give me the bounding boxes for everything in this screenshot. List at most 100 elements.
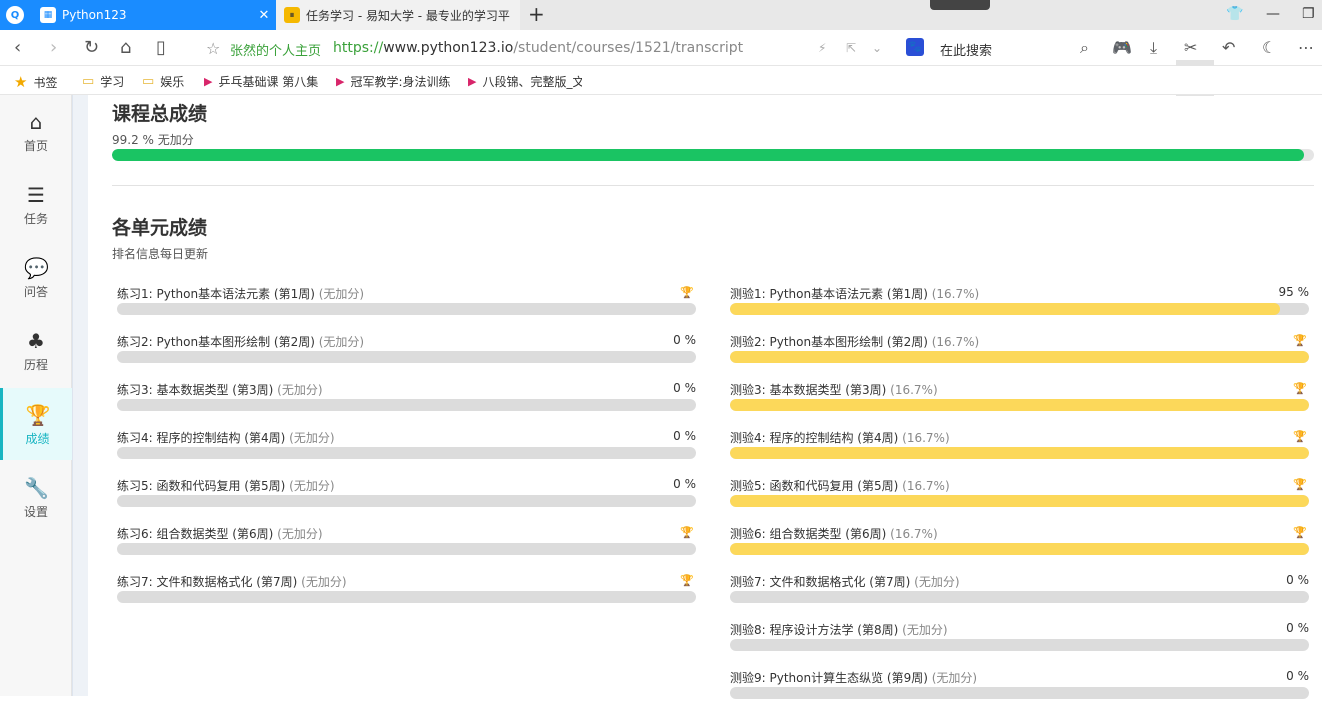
chevron-down-icon[interactable]: ⌄	[872, 41, 882, 55]
forward-icon[interactable]: ›	[50, 38, 57, 58]
video-icon: ▶	[336, 75, 345, 88]
bookmark-video-2[interactable]: ▶ 冠军教学:身法训练	[336, 73, 450, 90]
tab-python123[interactable]: Q ▦ Python123 ✕	[0, 0, 276, 30]
quiz-row[interactable]: 测验9: Python计算生态纵览 (第9周) (无加分) 0 %	[730, 669, 1309, 709]
video-icon: ▶	[204, 75, 213, 88]
unit-progress-bar	[117, 303, 696, 315]
exercise-row[interactable]: 练习2: Python基本图形绘制 (第2周) (无加分) 0 %	[117, 333, 696, 373]
exercise-row[interactable]: 练习3: 基本数据类型 (第3周) (无加分) 0 %	[117, 381, 696, 421]
unit-weight: (16.7%)	[890, 383, 938, 397]
quiz-row[interactable]: 测验8: 程序设计方法学 (第8周) (无加分) 0 %	[730, 621, 1309, 661]
exercise-row[interactable]: 练习7: 文件和数据格式化 (第7周) (无加分) 🏆	[117, 573, 696, 613]
trophy-icon: 🏆	[1293, 334, 1307, 347]
tab-yizhi[interactable]: ⏸ 任务学习 - 易知大学 - 最专业的学习平	[276, 0, 520, 30]
sidebar-item-settings[interactable]: 🔧 设置	[0, 461, 72, 533]
total-progress-fill	[112, 149, 1305, 161]
bookmark-video-3[interactable]: ▶ 八段锦、完整版_文	[468, 73, 582, 90]
bookmark-root[interactable]: ★ 书签	[14, 73, 57, 91]
unit-name: 练习6: 组合数据类型 (第6周) (无加分)	[117, 527, 323, 541]
exercise-row[interactable]: 练习1: Python基本语法元素 (第1周) (无加分) 🏆	[117, 285, 696, 325]
url-field[interactable]: https://www.python123.io/student/courses…	[333, 40, 743, 56]
unit-progress-bar	[117, 351, 696, 363]
star-icon: ★	[14, 73, 28, 91]
trophy-icon: 🏆	[1293, 478, 1307, 491]
unit-percent: 0 %	[1286, 669, 1309, 683]
unit-name: 测验1: Python基本语法元素 (第1周) (16.7%)	[730, 287, 980, 301]
search-input[interactable]: 在此搜索	[940, 40, 992, 59]
sidebar-item-label: 历程	[23, 358, 48, 372]
tasks-icon: ☰	[27, 183, 45, 207]
trophy-icon: 🏆	[680, 574, 694, 587]
sidebar-item-tasks[interactable]: ☰ 任务	[0, 168, 72, 240]
back-icon[interactable]: ‹	[14, 38, 21, 58]
unit-progress-bar	[730, 495, 1309, 507]
folder-icon: ▭	[142, 74, 155, 89]
restore-icon[interactable]: ❐	[1302, 6, 1315, 22]
bookmark-folder-fun[interactable]: ▭ 娱乐	[142, 73, 184, 90]
trophy-icon: 🏆	[25, 403, 51, 427]
exercise-row[interactable]: 练习5: 函数和代码复用 (第5周) (无加分) 0 %	[117, 477, 696, 517]
bookmark-folder-study[interactable]: ▭ 学习	[82, 73, 124, 90]
new-tab-button[interactable]: +	[528, 4, 545, 24]
wrench-icon: 🔧	[24, 476, 49, 500]
quiz-row[interactable]: 测验1: Python基本语法元素 (第1周) (16.7%) 95 %	[730, 285, 1309, 325]
more-icon[interactable]: ⋯	[1298, 38, 1314, 57]
unit-percent: 95 %	[1278, 285, 1310, 299]
quiz-row[interactable]: 测验7: 文件和数据格式化 (第7周) (无加分) 0 %	[730, 573, 1309, 613]
unit-progress-bar	[117, 543, 696, 555]
chat-icon: 💬	[24, 256, 49, 280]
quiz-row[interactable]: 测验2: Python基本图形绘制 (第2周) (16.7%) 🏆	[730, 333, 1309, 373]
gamepad-icon[interactable]: 🎮	[1112, 38, 1132, 57]
quiz-row[interactable]: 测验5: 函数和代码复用 (第5周) (16.7%) 🏆	[730, 477, 1309, 517]
sidebar-item-label: 设置	[23, 505, 48, 519]
unit-weight: (无加分)	[277, 527, 323, 541]
sidebar-item-grades[interactable]: 🏆 成绩	[0, 388, 72, 460]
python123-favicon-icon: ▦	[40, 7, 56, 23]
browser-tab-bar: Q ▦ Python123 ✕ ⏸ 任务学习 - 易知大学 - 最专业的学习平 …	[0, 0, 1322, 30]
sidebar-item-history[interactable]: ♣ 历程	[0, 314, 72, 386]
unit-name: 测验4: 程序的控制结构 (第4周) (16.7%)	[730, 431, 950, 445]
bookmarks-bar: ★ 书签 ▭ 学习 ▭ 娱乐 ▶ 乒乓基础课 第八集 ▶ 冠军教学:身法训练 ▶…	[0, 66, 1322, 95]
sidebar-item-qa[interactable]: 💬 问答	[0, 241, 72, 313]
exercise-row[interactable]: 练习6: 组合数据类型 (第6周) (无加分) 🏆	[117, 525, 696, 565]
unit-progress-fill	[730, 495, 1309, 507]
sidebar-item-home[interactable]: ⌂ 首页	[0, 95, 72, 167]
unit-weight: (16.7%)	[890, 527, 938, 541]
search-icon[interactable]: ⌕	[1080, 38, 1089, 58]
download-icon[interactable]: ⤓	[1150, 38, 1157, 58]
sidebar-item-label: 问答	[23, 285, 48, 299]
transcript-main: 课程总成绩 99.2 % 无加分 各单元成绩 排名信息每日更新 练习1: Pyt…	[88, 95, 1322, 699]
search-engine-icon[interactable]: 🐾	[906, 38, 924, 56]
bookmark-video-1[interactable]: ▶ 乒乓基础课 第八集	[204, 73, 318, 90]
camera-notch	[930, 0, 990, 10]
yizhi-favicon-icon: ⏸	[284, 7, 300, 23]
unit-name: 练习1: Python基本语法元素 (第1周) (无加分)	[117, 287, 365, 301]
scissors-icon[interactable]: ✂	[1184, 38, 1197, 57]
quiz-row[interactable]: 测验4: 程序的控制结构 (第4周) (16.7%) 🏆	[730, 429, 1309, 469]
bookmark-name[interactable]: 张然的个人主页	[230, 40, 321, 59]
minimize-icon[interactable]: —	[1266, 6, 1280, 22]
share-icon[interactable]: ⇱	[846, 41, 856, 55]
unit-name: 练习3: 基本数据类型 (第3周) (无加分)	[117, 383, 323, 397]
unit-weight: (无加分)	[289, 431, 335, 445]
reload-icon[interactable]: ↻	[84, 38, 99, 58]
night-mode-icon[interactable]: ☾	[1262, 38, 1276, 57]
unit-name: 测验5: 函数和代码复用 (第5周) (16.7%)	[730, 479, 950, 493]
unit-weight: (16.7%)	[902, 431, 950, 445]
home-icon[interactable]: ⌂	[120, 38, 131, 58]
unit-percent: 0 %	[673, 381, 696, 395]
unit-progress-bar	[117, 495, 696, 507]
reader-icon[interactable]: ▯	[156, 38, 166, 58]
unit-percent: 0 %	[673, 477, 696, 491]
undo-icon[interactable]: ↶	[1222, 38, 1235, 57]
quiz-row[interactable]: 测验3: 基本数据类型 (第3周) (16.7%) 🏆	[730, 381, 1309, 421]
exercise-row[interactable]: 练习4: 程序的控制结构 (第4周) (无加分) 0 %	[117, 429, 696, 469]
unit-weight: (16.7%)	[931, 287, 980, 301]
shirt-icon[interactable]: 👕	[1226, 6, 1243, 22]
unit-name: 测验3: 基本数据类型 (第3周) (16.7%)	[730, 383, 938, 397]
trophy-icon: 🏆	[1293, 430, 1307, 443]
close-icon[interactable]: ✕	[252, 8, 276, 23]
lightning-icon[interactable]: ⚡	[818, 41, 826, 55]
quiz-row[interactable]: 测验6: 组合数据类型 (第6周) (16.7%) 🏆	[730, 525, 1309, 565]
star-icon[interactable]: ☆	[206, 39, 220, 58]
